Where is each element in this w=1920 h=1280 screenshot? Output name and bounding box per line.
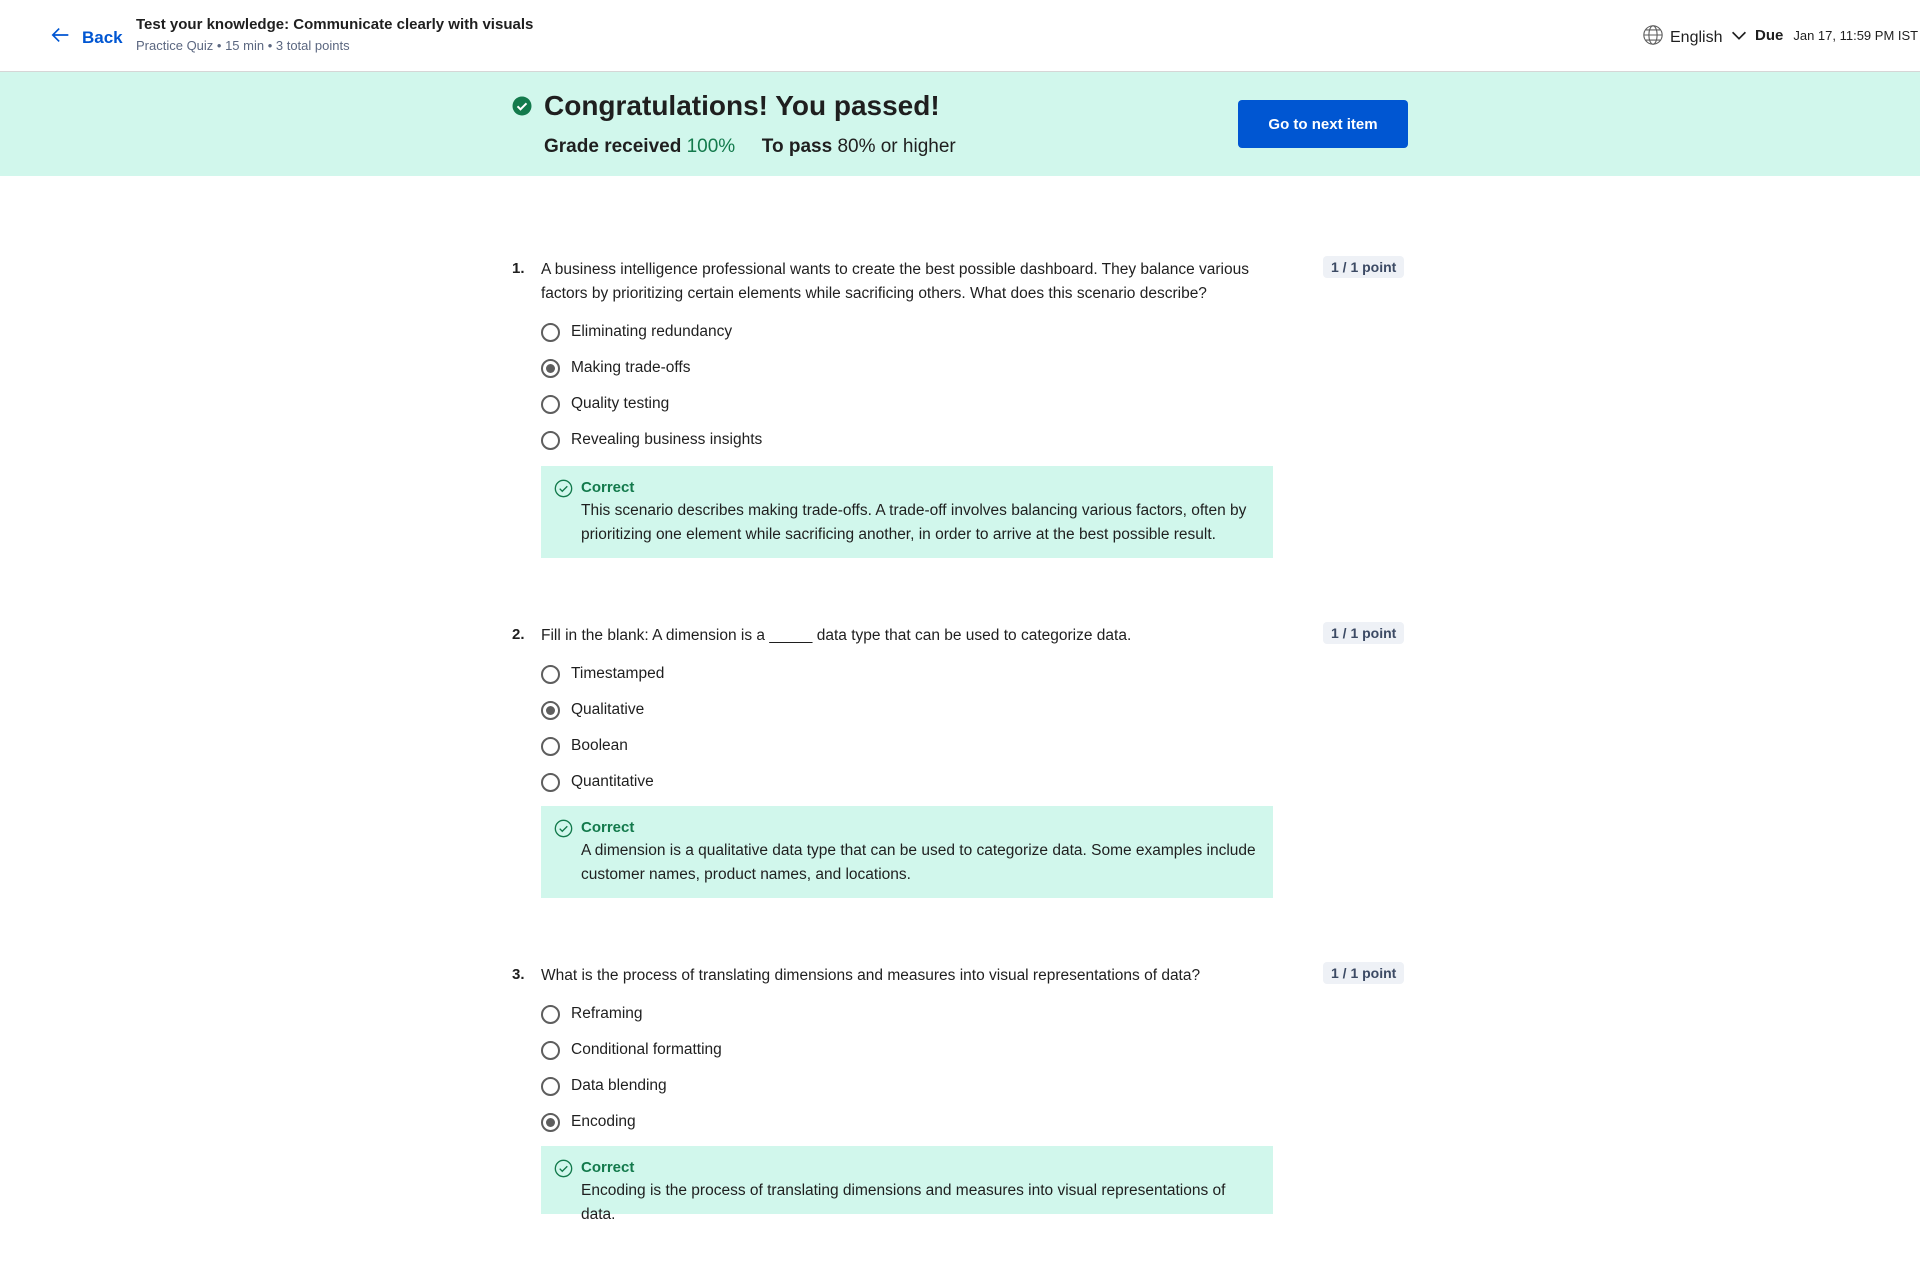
- option-selected[interactable]: Encoding: [541, 1104, 722, 1140]
- question-text: Fill in the blank: A dimension is a ____…: [541, 627, 1132, 644]
- feedback-box: Correct This scenario describes making t…: [541, 466, 1273, 558]
- question-number: 3.: [512, 966, 525, 983]
- arrow-left-icon: [50, 24, 72, 51]
- option-label: Timestamped: [571, 665, 665, 682]
- due-date: Jan 17, 11:59 PM IST: [1793, 28, 1919, 43]
- radio-button[interactable]: [541, 1040, 560, 1060]
- radio-button[interactable]: [541, 430, 560, 450]
- quiz-meta: Practice Quiz • 15 min • 3 total points: [136, 38, 350, 53]
- option-label: Data blending: [571, 1077, 667, 1094]
- quiz-title: Test your knowledge: Communicate clearly…: [136, 16, 534, 33]
- feedback-box: Correct Encoding is the process of trans…: [541, 1146, 1273, 1223]
- due-info: Due Jan 17, 11:59 PM IST: [1755, 27, 1918, 44]
- option[interactable]: Boolean: [541, 728, 664, 764]
- feedback-title: Correct: [581, 1159, 635, 1176]
- question-number: 2.: [512, 626, 525, 643]
- points-badge: 1 / 1 point: [1323, 256, 1405, 278]
- grade-received-value: 100%: [686, 136, 736, 157]
- to-pass-label: To pass: [761, 136, 833, 157]
- check-circle-outline-icon: [554, 819, 573, 838]
- radio-button[interactable]: [541, 736, 560, 756]
- option-label: Boolean: [571, 737, 628, 754]
- option-selected[interactable]: Making trade-offs: [541, 350, 762, 386]
- chevron-down-icon: [1728, 24, 1750, 51]
- radio-button-selected[interactable]: [541, 1112, 560, 1132]
- check-circle-outline-icon: [554, 479, 573, 498]
- option[interactable]: Revealing business insights: [541, 422, 762, 458]
- options-list: Eliminating redundancy Making trade-offs…: [541, 314, 762, 458]
- option-label: Encoding: [571, 1113, 636, 1130]
- points-badge: 1 / 1 point: [1323, 962, 1405, 984]
- question-text: What is the process of translating dimen…: [541, 967, 1201, 984]
- radio-button[interactable]: [541, 394, 560, 414]
- top-bar: Back Test your knowledge: Communicate cl…: [0, 0, 1920, 72]
- radio-button[interactable]: [541, 322, 560, 342]
- option-label: Making trade-offs: [571, 359, 691, 376]
- option[interactable]: Timestamped: [541, 656, 664, 692]
- back-button[interactable]: Back: [50, 24, 123, 51]
- option-selected[interactable]: Qualitative: [541, 692, 664, 728]
- option[interactable]: Conditional formatting: [541, 1032, 722, 1068]
- feedback-text: A dimension is a qualitative data type t…: [581, 842, 1256, 883]
- question-text: A business intelligence professional wan…: [541, 261, 1249, 302]
- feedback-title: Correct: [581, 479, 635, 496]
- option-label: Quality testing: [571, 395, 670, 412]
- option-label: Qualitative: [571, 701, 645, 718]
- options-list: Timestamped Qualitative Boolean Quantita…: [541, 656, 664, 800]
- radio-button[interactable]: [541, 1004, 560, 1024]
- radio-button-selected[interactable]: [541, 358, 560, 378]
- due-label: Due: [1755, 27, 1784, 44]
- question-number: 1.: [512, 260, 525, 277]
- radio-button-selected[interactable]: [541, 700, 560, 720]
- grade-summary: Grade received 100% To pass 80% or highe…: [544, 136, 956, 158]
- feedback-text: Encoding is the process of translating d…: [581, 1182, 1226, 1223]
- option[interactable]: Data blending: [541, 1068, 722, 1104]
- radio-button[interactable]: [541, 772, 560, 792]
- option-label: Eliminating redundancy: [571, 323, 733, 340]
- to-pass-value: 80% or higher: [837, 136, 956, 157]
- option[interactable]: Eliminating redundancy: [541, 314, 762, 350]
- radio-button[interactable]: [541, 1076, 560, 1096]
- result-banner: Congratulations! You passed! Grade recei…: [0, 72, 1920, 176]
- language-selector[interactable]: English: [1642, 24, 1750, 51]
- feedback-text: This scenario describes making trade-off…: [581, 502, 1247, 543]
- feedback-title: Correct: [581, 819, 635, 836]
- pass-title: Congratulations! You passed!: [544, 90, 940, 121]
- radio-button[interactable]: [541, 664, 560, 684]
- points-badge: 1 / 1 point: [1323, 622, 1405, 644]
- globe-icon: [1642, 24, 1664, 51]
- options-list: Reframing Conditional formatting Data bl…: [541, 996, 722, 1140]
- option[interactable]: Quantitative: [541, 764, 664, 800]
- grade-received-label: Grade received: [544, 136, 682, 157]
- back-label: Back: [82, 27, 123, 47]
- option-label: Conditional formatting: [571, 1041, 722, 1058]
- next-item-button[interactable]: Go to next item: [1238, 100, 1408, 148]
- option[interactable]: Reframing: [541, 996, 722, 1032]
- option[interactable]: Quality testing: [541, 386, 762, 422]
- option-label: Quantitative: [571, 773, 654, 790]
- quiz-heading: Test your knowledge: Communicate clearly…: [136, 16, 533, 53]
- check-circle-icon: [512, 96, 532, 116]
- option-label: Revealing business insights: [571, 431, 763, 448]
- check-circle-outline-icon: [554, 1159, 573, 1178]
- feedback-box: Correct A dimension is a qualitative dat…: [541, 806, 1273, 898]
- option-label: Reframing: [571, 1005, 643, 1022]
- language-label: English: [1670, 28, 1723, 46]
